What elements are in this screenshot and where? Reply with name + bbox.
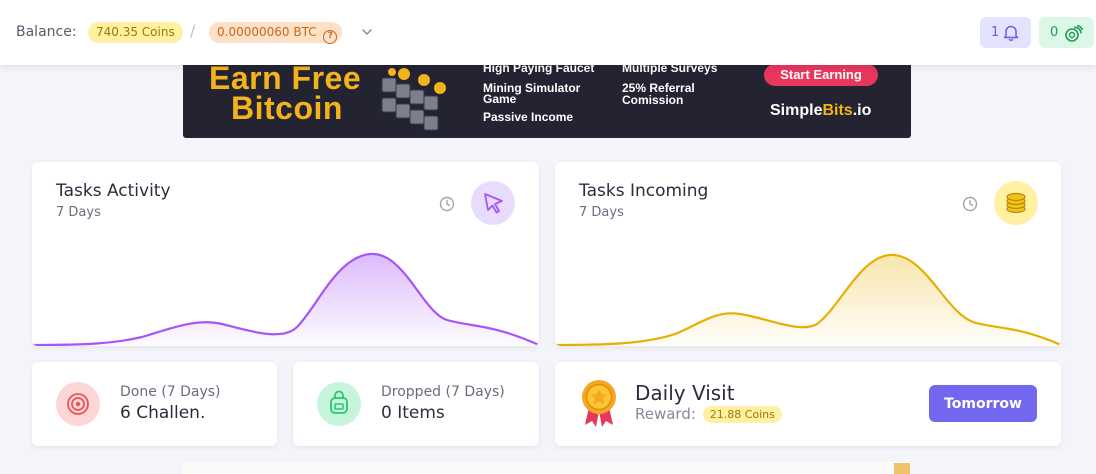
daily-visit-card: Daily Visit Reward: 21.88 Coins Tomorrow <box>555 362 1061 446</box>
tasks-activity-card: Tasks Activity 7 Days <box>32 162 539 346</box>
reward-label: Reward: <box>635 405 696 423</box>
tomorrow-button[interactable]: Tomorrow <box>929 385 1037 422</box>
medal-icon <box>582 380 616 427</box>
bottom-banner-marker <box>894 463 910 474</box>
mining-rigs-illustration <box>381 68 446 131</box>
backpack-icon <box>317 382 361 426</box>
daily-visit-title: Daily Visit <box>635 381 735 405</box>
target-icon <box>56 382 100 426</box>
card-title: Tasks Activity <box>56 181 171 201</box>
help-icon[interactable]: ? <box>323 30 338 44</box>
brand-accent: Bits <box>822 102 853 119</box>
notifications-count: 1 <box>991 25 1000 40</box>
stat-label: Dropped (7 Days) <box>381 384 505 400</box>
coins-balance-badge: 740.35 Coins <box>88 22 183 43</box>
btc-balance-badge: 0.00000060 BTC ? <box>209 22 343 44</box>
brand-tld: .io <box>852 102 872 119</box>
bell-icon <box>1003 25 1019 41</box>
clock-icon[interactable] <box>439 196 455 212</box>
coins-button[interactable]: 0 <box>1039 17 1094 48</box>
reward-value-badge: 21.88 Coins <box>702 406 782 423</box>
stat-value: 0 Items <box>381 403 445 423</box>
balance-label: Balance: <box>16 24 77 40</box>
chevron-down-icon[interactable] <box>360 25 374 39</box>
coins-icon <box>1065 24 1084 42</box>
top-navbar: Balance: 740.35 Coins / 0.00000060 BTC ?… <box>0 0 1096 65</box>
notifications-button[interactable]: 1 <box>980 17 1031 48</box>
brand-main: Simple <box>770 102 823 119</box>
banner-brand: SimpleBits.io <box>770 102 871 120</box>
ad-banner[interactable]: Earn Free Bitcoin High Paying Faucet Min… <box>183 58 911 138</box>
balance-separator: / <box>190 21 196 40</box>
banner-headline-2: Bitcoin <box>231 90 343 126</box>
banner-feature-4: Passive Income <box>483 110 574 124</box>
btc-balance-value: 0.00000060 BTC <box>217 25 317 39</box>
bottom-banner-edge <box>183 462 911 474</box>
start-earning-button[interactable]: Start Earning <box>764 64 878 86</box>
clock-icon[interactable] <box>962 196 978 212</box>
card-subtitle: 7 Days <box>56 205 101 220</box>
daily-visit-reward: Reward: 21.88 Coins <box>635 405 782 423</box>
tasks-incoming-card: Tasks Incoming 7 Days <box>555 162 1061 346</box>
coins-count: 0 <box>1050 25 1059 40</box>
done-stat-card: Done (7 Days) 6 Challen. <box>32 362 277 446</box>
stat-value: 6 Challen. <box>120 403 206 423</box>
dropped-stat-card: Dropped (7 Days) 0 Items <box>293 362 539 446</box>
stat-label: Done (7 Days) <box>120 384 221 400</box>
cursor-icon <box>471 181 515 225</box>
banner-feature-7: Comission <box>622 93 684 107</box>
coins-stack-icon <box>994 181 1038 225</box>
card-subtitle: 7 Days <box>579 205 624 220</box>
banner-feature-3: Game <box>483 92 517 106</box>
card-title: Tasks Incoming <box>579 181 709 201</box>
